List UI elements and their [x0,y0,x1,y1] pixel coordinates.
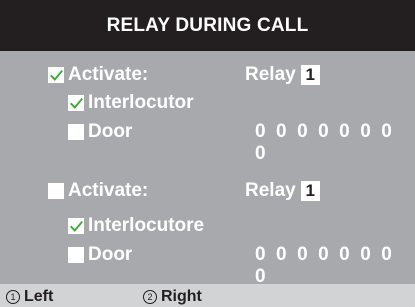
interlocutor-checkbox-1[interactable] [68,95,84,111]
interlocutor-row-1[interactable]: Interlocutor [68,92,194,114]
interlocutor-label-2: Interlocutore [88,215,205,236]
relay-label-1: Relay [245,64,296,85]
interlocutor-checkbox-2[interactable] [68,218,84,234]
left-number-icon: 1 [6,290,20,304]
door-code-2[interactable]: 0 0 0 0 0 0 0 0 [255,244,415,288]
door-row-1[interactable]: Door [68,121,132,143]
activate-label-2: Activate: [68,180,149,201]
activate-label-1: Activate: [68,64,149,85]
relay-number-1[interactable]: 1 [300,65,320,85]
door-checkbox-2[interactable] [68,247,84,263]
right-button[interactable]: 2 Right [143,288,202,306]
door-label-1: Door [88,121,133,142]
interlocutor-row-2[interactable]: Interlocutore [68,215,204,237]
activate-checkbox-2[interactable] [48,183,64,199]
footer-bar [0,284,415,307]
activate-checkbox-1[interactable] [48,67,64,83]
relay-selector-2[interactable]: Relay 1 [245,180,320,202]
left-label: Left [24,288,54,305]
left-button[interactable]: 1 Left [6,288,53,306]
right-label: Right [161,288,202,305]
activate-row-1[interactable]: Activate: [48,64,148,86]
activate-row-2[interactable]: Activate: [48,180,148,202]
interlocutor-label-1: Interlocutor [88,92,194,113]
relay-number-2[interactable]: 1 [300,181,320,201]
relay-label-2: Relay [245,180,296,201]
relay-screen: RELAY DURING CALL Activate: Relay 1 Inte… [0,0,415,307]
checkmark-icon [69,97,83,109]
title-bar: RELAY DURING CALL [0,0,415,51]
relay-selector-1[interactable]: Relay 1 [245,64,320,86]
checkmark-icon [69,220,83,232]
checkmark-icon [49,69,63,81]
door-checkbox-1[interactable] [68,124,84,140]
door-label-2: Door [88,244,133,265]
right-number-icon: 2 [143,290,157,304]
page-title: RELAY DURING CALL [106,14,309,36]
door-code-1[interactable]: 0 0 0 0 0 0 0 0 [255,121,415,165]
door-row-2[interactable]: Door [68,244,132,266]
